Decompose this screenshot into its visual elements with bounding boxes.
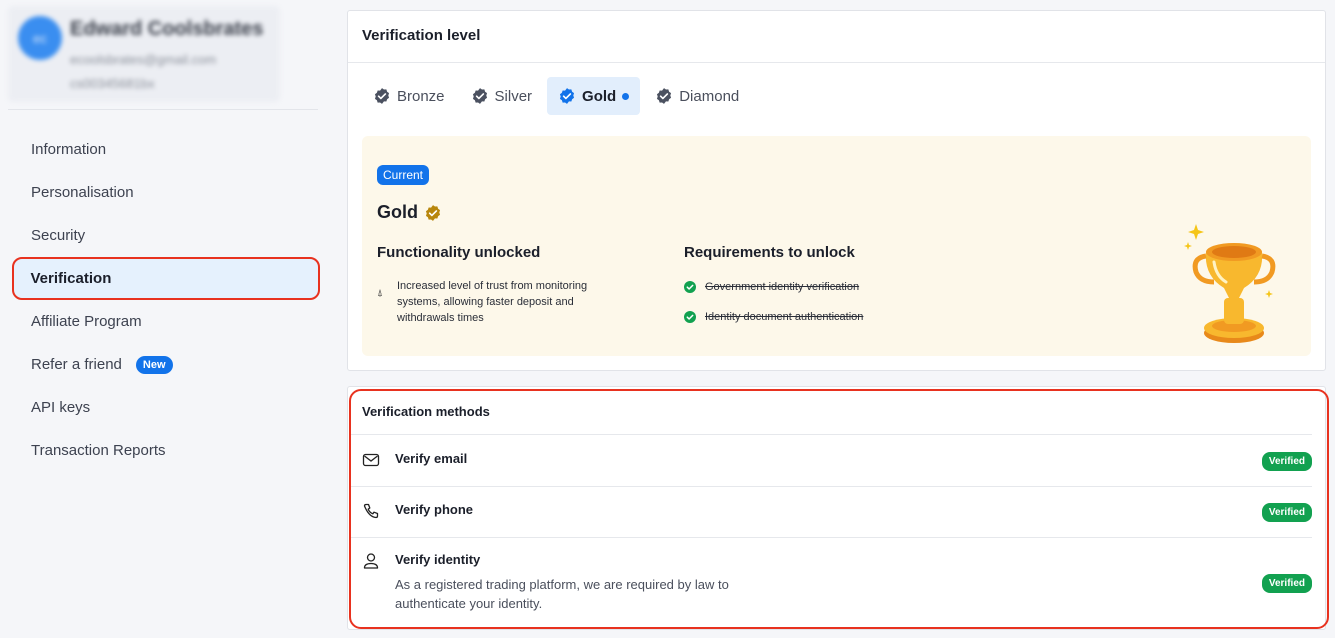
sidebar-item-information[interactable]: Information [12, 128, 320, 171]
tab-gold[interactable]: Gold [547, 77, 641, 115]
divider [350, 486, 1312, 487]
tab-bronze[interactable]: Bronze [362, 77, 456, 115]
tab-label: Diamond [679, 87, 740, 105]
avatar: ec [18, 16, 62, 60]
divider [350, 434, 1312, 435]
profile-name: Edward Coolsbrates [70, 18, 264, 40]
sidebar-item-label: Transaction Reports [31, 442, 166, 459]
verified-badge: Verified [1261, 574, 1312, 593]
verified-badge-icon [559, 88, 575, 104]
sidebar-item-refer-a-friend[interactable]: Refer a friend New [12, 343, 320, 386]
check-circle-icon [684, 281, 696, 293]
divider [348, 62, 1325, 63]
level-name-text: Gold [377, 202, 418, 222]
method-label: Verify phone [395, 502, 474, 517]
phone-icon [363, 503, 379, 519]
requirement-text: Government identity verification [705, 281, 860, 293]
panel-title: Verification methods [362, 404, 490, 419]
sidebar-item-label: API keys [31, 399, 91, 416]
sidebar: ec Edward Coolsbrates ecoolsbrates@gmail… [0, 0, 330, 638]
level-card: Current Gold Functionality unlocked ⍋ In… [362, 136, 1311, 356]
sidebar-item-verification[interactable]: Verification [12, 257, 320, 300]
sidebar-item-personalisation[interactable]: Personalisation [12, 171, 320, 214]
sidebar-item-label: Security [31, 227, 86, 244]
sidebar-item-label: Affiliate Program [31, 313, 142, 330]
tab-label: Silver [494, 87, 533, 105]
check-circle-icon [684, 311, 696, 323]
method-label: Verify identity [395, 552, 481, 567]
functionality-text: Increased level of trust from monitoring… [397, 280, 588, 324]
profile-user-id: cs00345681bx [70, 76, 155, 91]
verified-badge-icon [472, 88, 487, 104]
verification-methods-panel: Verification methods Verify email Verifi… [347, 386, 1326, 630]
mail-icon [362, 453, 380, 467]
functionality-title: Functionality unlocked [377, 244, 541, 261]
sidebar-nav: Information Personalisation Security Ver… [12, 128, 320, 472]
gold-badge-icon [425, 204, 441, 221]
requirement-item: Government identity verification [684, 281, 859, 293]
current-badge: Current [377, 165, 430, 185]
sidebar-item-api-keys[interactable]: API keys [12, 386, 320, 429]
sidebar-item-label: Verification [30, 270, 112, 287]
active-dot [622, 92, 630, 100]
sidebar-item-label: Refer a friend [31, 356, 122, 373]
profile-card[interactable]: ec Edward Coolsbrates ecoolsbrates@gmail… [8, 6, 280, 102]
sidebar-item-transaction-reports[interactable]: Transaction Reports [12, 429, 320, 472]
verified-badge-icon [374, 88, 390, 104]
method-label: Verify email [395, 451, 468, 466]
divider [350, 537, 1312, 538]
level-name: Gold [377, 202, 442, 223]
verified-badge-icon [657, 88, 672, 104]
user-icon [363, 553, 379, 569]
method-description: As a registered trading platform, we are… [395, 577, 729, 611]
functionality-item: ⍋ Increased level of trust from monitori… [377, 278, 617, 326]
requirements-title: Requirements to unlock [684, 244, 855, 261]
tab-label: Bronze [397, 87, 445, 105]
tab-silver[interactable]: Silver [460, 77, 544, 115]
sidebar-item-label: Personalisation [31, 184, 134, 201]
sidebar-divider [8, 109, 318, 110]
sidebar-item-label: Information [31, 141, 107, 158]
requirement-text: Identity document authentication [705, 311, 864, 323]
speed-icon: ⍋ [377, 288, 383, 299]
panel-title: Verification level [362, 27, 481, 44]
tab-diamond[interactable]: Diamond [644, 77, 750, 115]
new-badge: New [135, 355, 173, 374]
verified-badge: Verified [1261, 503, 1312, 522]
profile-email: ecoolsbrates@gmail.com [70, 52, 217, 67]
tab-label: Gold [582, 87, 617, 105]
verified-badge: Verified [1261, 452, 1312, 471]
sidebar-item-affiliate-program[interactable]: Affiliate Program [12, 300, 320, 343]
sidebar-item-security[interactable]: Security [12, 214, 320, 257]
verification-level-panel: Verification level Bronze Silver Gold Di… [347, 10, 1326, 371]
requirement-item: Identity document authentication [684, 311, 863, 323]
level-tabs: Bronze Silver Gold Diamond [362, 77, 750, 115]
trophy-icon [1184, 224, 1276, 343]
